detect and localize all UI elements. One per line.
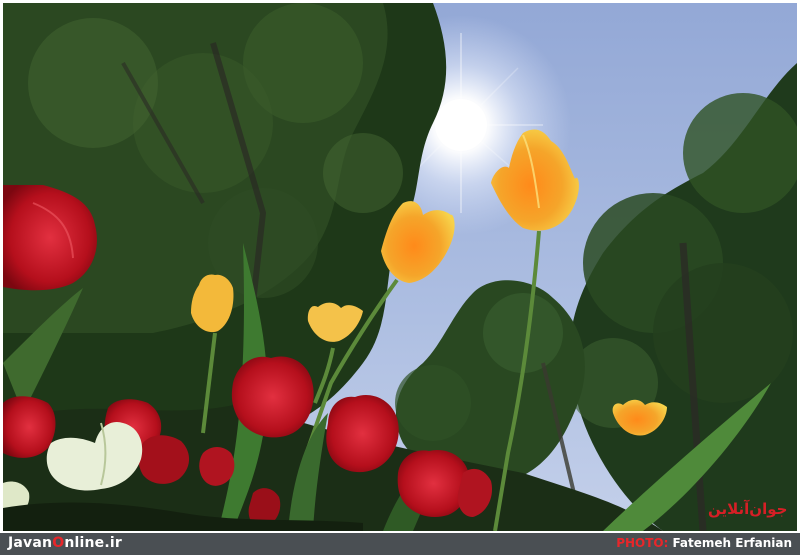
tulip-red-mid (231, 356, 314, 438)
credit-label: PHOTO: (616, 536, 669, 550)
site-letter: O (52, 535, 65, 551)
tulip-scene (3, 3, 797, 531)
tulip-photo (3, 3, 797, 531)
site-prefix: Javan (8, 535, 53, 551)
site-suffix: nline.ir (64, 535, 122, 551)
photo-frame: جوان‌آنلاین JavanOnline.ir PHOTO: Fatemeh… (0, 0, 800, 555)
footer-bar: JavanOnline.ir PHOTO: Fatemeh Erfanian (0, 533, 800, 555)
site-logo: JavanOnline.ir (8, 535, 122, 551)
photo-credit: PHOTO: Fatemeh Erfanian (616, 536, 792, 550)
credit-name: Fatemeh Erfanian (672, 536, 792, 550)
watermark-logo: جوان‌آنلاین (708, 500, 788, 518)
